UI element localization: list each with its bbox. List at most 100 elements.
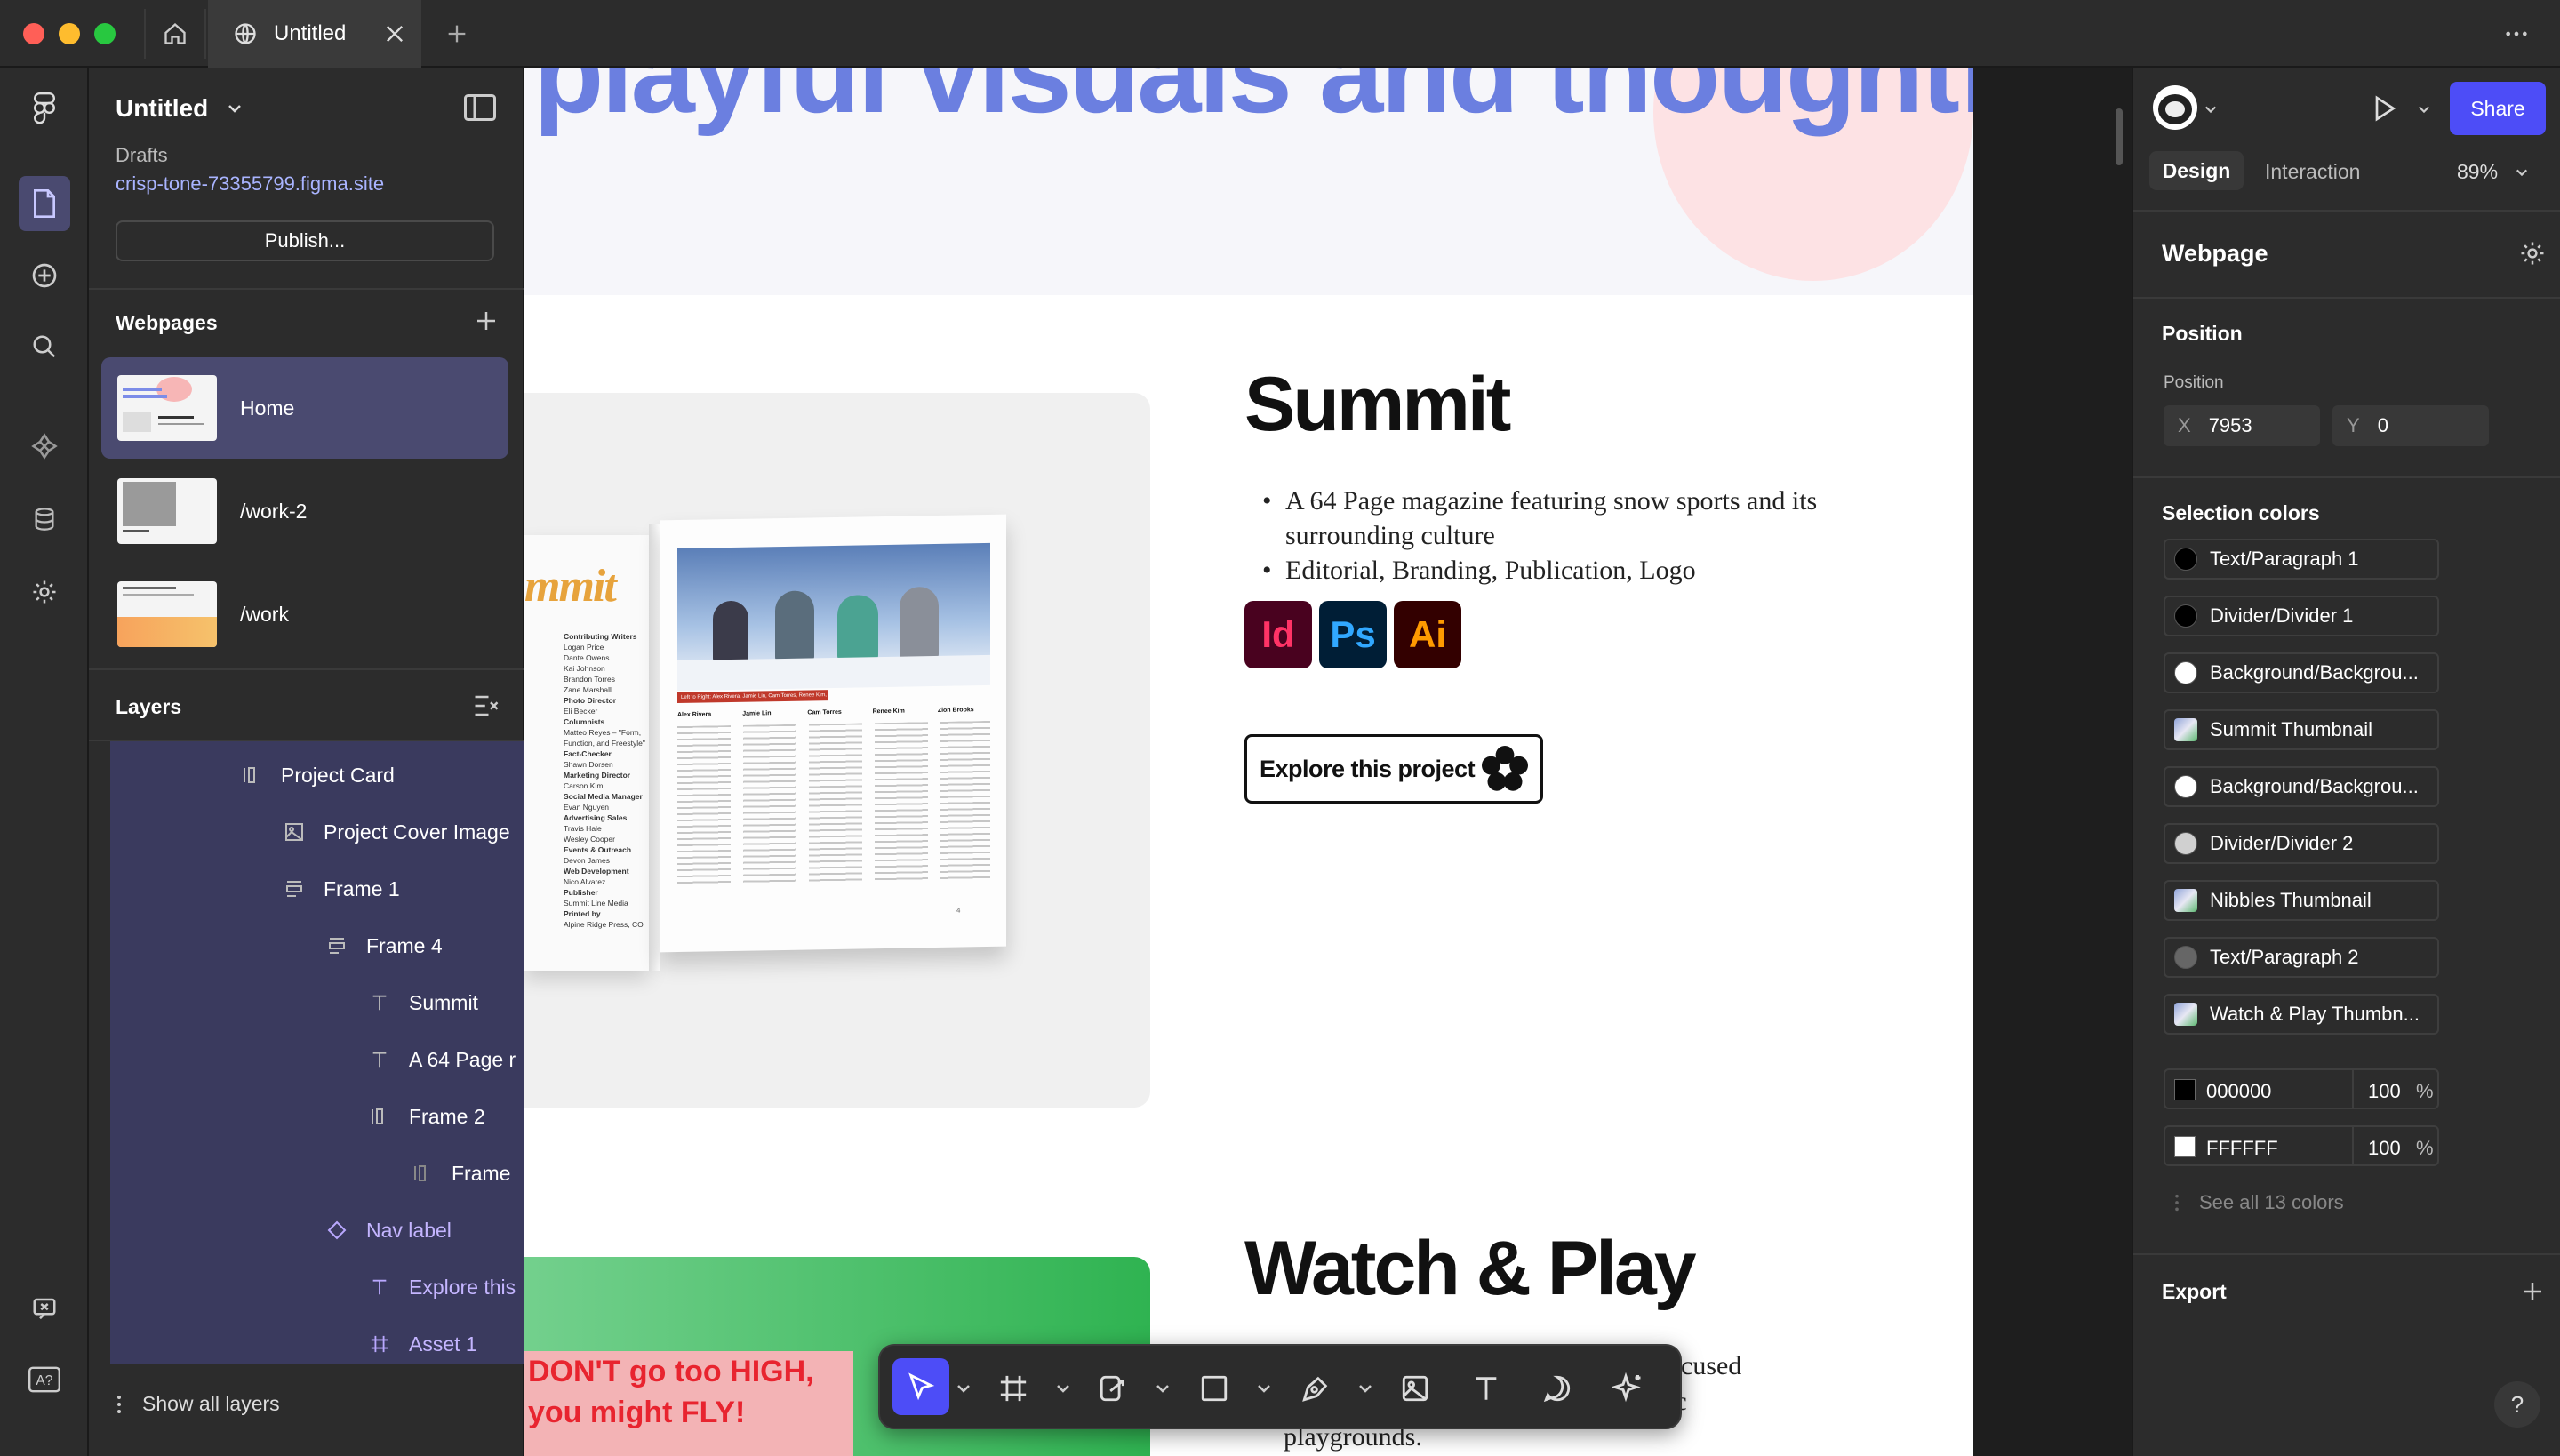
- chevron-down-icon[interactable]: [1056, 1381, 1070, 1396]
- hex-value[interactable]: FFFFFF: [2206, 1137, 2278, 1160]
- share-button[interactable]: Share: [2450, 82, 2546, 135]
- selection-color-row[interactable]: Nibbles Thumbnail: [2164, 880, 2439, 921]
- layer-row[interactable]: Project Card: [240, 747, 395, 804]
- close-window-button[interactable]: [23, 23, 44, 44]
- see-all-colors-button[interactable]: See all 13 colors: [2174, 1191, 2344, 1214]
- text-tool-button[interactable]: [1463, 1365, 1509, 1412]
- y-value: 0: [2377, 414, 2388, 436]
- page-item-work[interactable]: /work: [101, 564, 508, 665]
- layer-row[interactable]: Summit: [368, 974, 478, 1031]
- page-item-home[interactable]: Home: [101, 357, 508, 459]
- project-cover-image[interactable]: mmit Contributing Writers Logan Price Dant…: [524, 393, 1150, 1108]
- figma-logo-icon[interactable]: [23, 87, 66, 130]
- layer-row[interactable]: Frame 2: [368, 1088, 485, 1145]
- rectangle-tool-button[interactable]: [1191, 1365, 1237, 1412]
- chevron-down-icon[interactable]: [2204, 105, 2217, 114]
- collapse-layers-icon[interactable]: [473, 693, 500, 718]
- home-tab[interactable]: [144, 9, 206, 59]
- color-swatch[interactable]: [2174, 832, 2197, 855]
- chevron-down-icon[interactable]: [2418, 105, 2430, 114]
- x-position-field[interactable]: X 7953: [2164, 405, 2320, 446]
- shape-tool-button[interactable]: [1090, 1365, 1136, 1412]
- play-icon[interactable]: [2370, 94, 2398, 123]
- layer-row[interactable]: Frame 4: [325, 917, 443, 974]
- layer-row[interactable]: Asset 1: [368, 1316, 477, 1364]
- chevron-down-icon[interactable]: [1358, 1381, 1372, 1396]
- color-swatch[interactable]: [2174, 775, 2197, 798]
- file-tab[interactable]: Untitled: [208, 0, 421, 68]
- more-icon[interactable]: [2503, 21, 2530, 46]
- add-export-icon[interactable]: [2519, 1278, 2546, 1305]
- pages-panel-button[interactable]: [19, 176, 70, 231]
- file-menu[interactable]: Untitled: [116, 94, 242, 123]
- selection-color-row[interactable]: Text/Paragraph 1: [2164, 539, 2439, 580]
- gear-icon[interactable]: [2519, 240, 2546, 267]
- selection-color-row[interactable]: Background/Backgrou...: [2164, 766, 2439, 807]
- page-item-work-2[interactable]: /work-2: [101, 460, 508, 562]
- show-all-layers-button[interactable]: Show all layers: [116, 1392, 280, 1416]
- site-url-link[interactable]: crisp-tone-73355799.figma.site: [116, 172, 384, 196]
- hex-color-row[interactable]: FFFFFF 100 %: [2164, 1125, 2439, 1166]
- help-button[interactable]: ?: [2494, 1381, 2540, 1428]
- publish-button[interactable]: Publish...: [116, 220, 494, 261]
- hex-value[interactable]: 000000: [2206, 1080, 2271, 1103]
- feedback-button[interactable]: [23, 1287, 66, 1330]
- chevron-down-icon[interactable]: [1156, 1381, 1170, 1396]
- frame-tool-button[interactable]: [990, 1365, 1036, 1412]
- color-swatch[interactable]: [2174, 604, 2197, 628]
- color-swatch[interactable]: [2174, 548, 2197, 571]
- color-swatch[interactable]: [2174, 1136, 2196, 1157]
- selection-color-row[interactable]: Divider/Divider 1: [2164, 596, 2439, 636]
- assets-button[interactable]: [23, 425, 66, 468]
- zoom-menu[interactable]: 89%: [2457, 160, 2528, 184]
- hex-color-row[interactable]: 000000 100 %: [2164, 1068, 2439, 1109]
- selection-color-row[interactable]: Background/Backgrou...: [2164, 652, 2439, 693]
- ai-tool-button[interactable]: [1605, 1365, 1652, 1412]
- chevron-down-icon[interactable]: [1257, 1381, 1271, 1396]
- tab-interaction[interactable]: Interaction: [2265, 160, 2360, 184]
- move-tool-button[interactable]: [892, 1358, 949, 1415]
- image-tool-button[interactable]: [1392, 1365, 1438, 1412]
- design-canvas[interactable]: playful visuals and thoughtful mmit Cont…: [524, 68, 2132, 1456]
- minimize-window-button[interactable]: [59, 23, 80, 44]
- comment-tool-button[interactable]: [1534, 1365, 1580, 1412]
- tab-design[interactable]: Design: [2149, 151, 2244, 190]
- color-swatch[interactable]: [2174, 1079, 2196, 1100]
- settings-button[interactable]: [23, 571, 66, 613]
- selection-color-row[interactable]: Text/Paragraph 2: [2164, 937, 2439, 978]
- layer-row[interactable]: Frame: [411, 1145, 510, 1202]
- add-button[interactable]: [23, 254, 66, 297]
- add-page-icon[interactable]: [473, 308, 500, 334]
- color-swatch[interactable]: [2174, 889, 2197, 912]
- sidebar-toggle-icon[interactable]: [464, 94, 496, 121]
- accessibility-button[interactable]: A?: [23, 1358, 66, 1401]
- layer-row[interactable]: Frame 1: [283, 860, 400, 917]
- avatar[interactable]: [2153, 85, 2197, 130]
- canvas-scrollbar[interactable]: [2116, 108, 2123, 165]
- color-swatch[interactable]: [2174, 661, 2197, 684]
- color-swatch[interactable]: [2174, 718, 2197, 741]
- layer-row[interactable]: A 64 Page r: [368, 1031, 516, 1088]
- layer-row[interactable]: Project Cover Image: [283, 804, 510, 860]
- y-position-field[interactable]: Y 0: [2332, 405, 2489, 446]
- maximize-window-button[interactable]: [94, 23, 116, 44]
- opacity-value[interactable]: 100: [2368, 1080, 2401, 1103]
- selection-color-row[interactable]: Watch & Play Thumbn...: [2164, 994, 2439, 1035]
- search-button[interactable]: [23, 325, 66, 368]
- selection-color-row[interactable]: Summit Thumbnail: [2164, 709, 2439, 750]
- cms-button[interactable]: [23, 498, 66, 540]
- selection-color-row[interactable]: Divider/Divider 2: [2164, 823, 2439, 864]
- opacity-value[interactable]: 100: [2368, 1137, 2401, 1160]
- right-panel: Share Design Interaction 89% Webpage Pos…: [2132, 68, 2560, 1456]
- pen-tool-button[interactable]: [1292, 1365, 1339, 1412]
- chevron-down-icon[interactable]: [956, 1381, 971, 1396]
- plus-icon[interactable]: [444, 21, 469, 46]
- webpage-frame[interactable]: playful visuals and thoughtful mmit Cont…: [524, 68, 1973, 1456]
- layer-row[interactable]: Nav label: [325, 1202, 452, 1259]
- close-icon[interactable]: [382, 21, 407, 46]
- color-swatch[interactable]: [2174, 946, 2197, 969]
- magazine-column-head: Cam Torres: [807, 708, 842, 716]
- explore-project-button[interactable]: Explore this project: [1244, 734, 1543, 804]
- color-swatch[interactable]: [2174, 1003, 2197, 1026]
- layer-row[interactable]: Explore this: [368, 1259, 516, 1316]
